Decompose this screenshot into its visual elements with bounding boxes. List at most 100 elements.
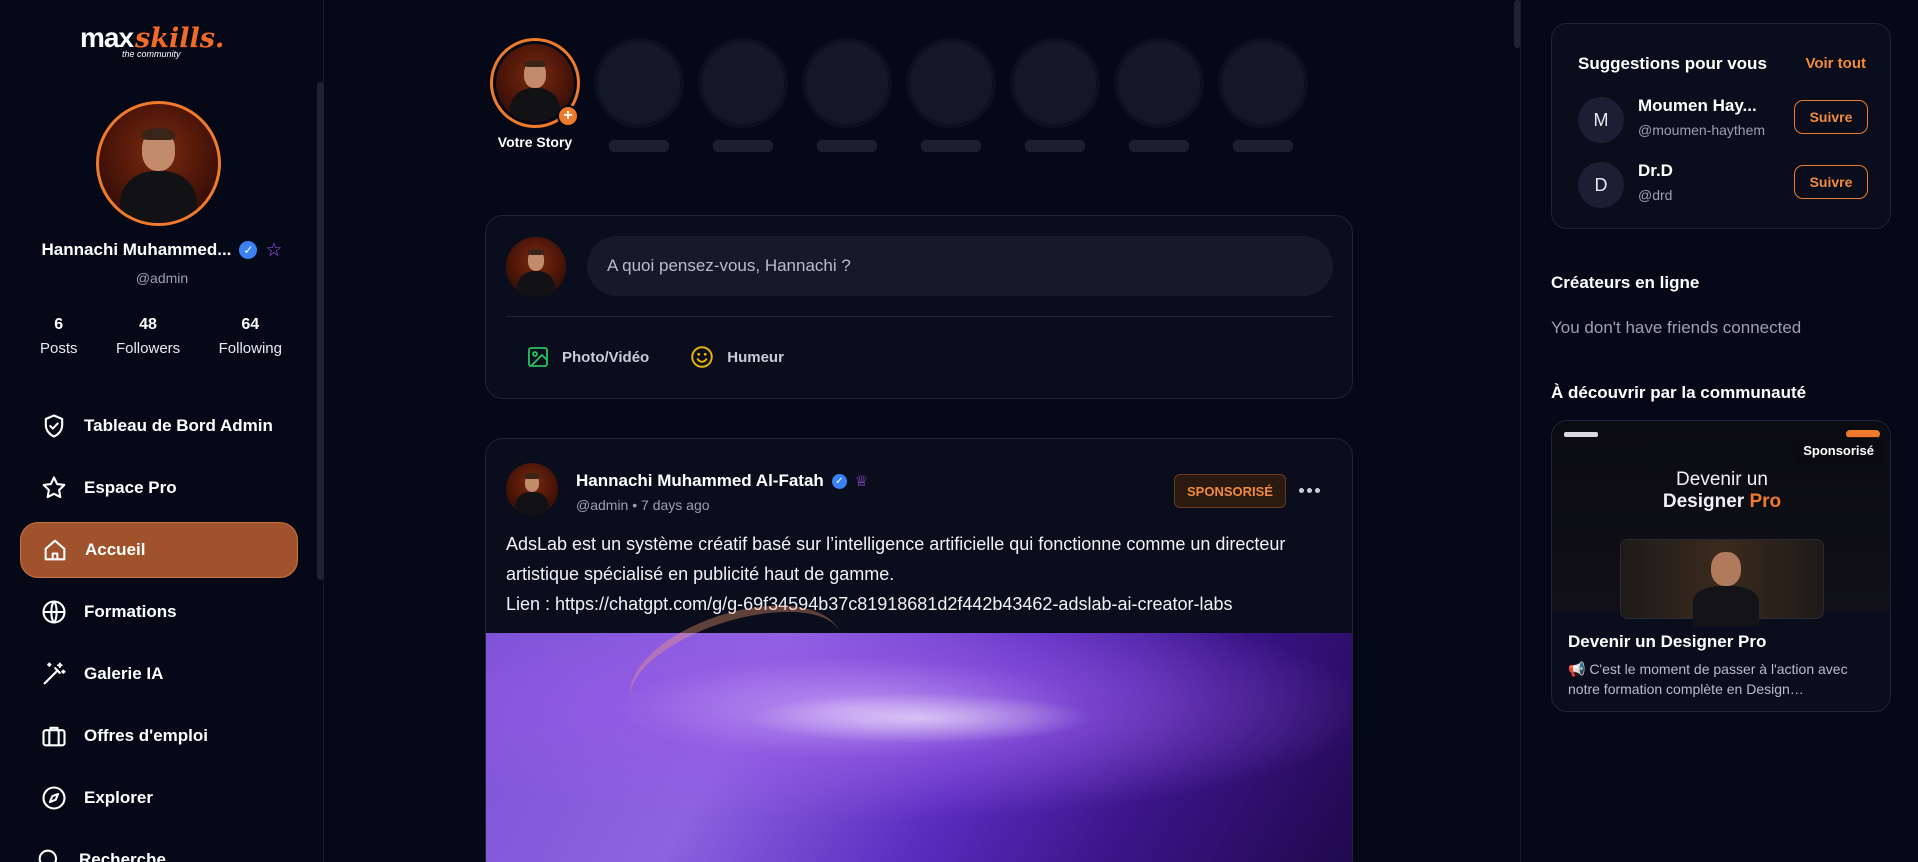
story-placeholder-label (1025, 140, 1085, 152)
briefcase-icon (42, 726, 66, 747)
post-author-avatar[interactable] (506, 463, 558, 515)
online-creators-title: Créateurs en ligne (1551, 273, 1700, 292)
post-avatar-hair (524, 473, 540, 479)
suggestion-item: M Moumen Hay... @moumen-haythem Suivre (1578, 94, 1868, 146)
story-placeholder-label (713, 140, 773, 152)
nav-item-galerie-ia[interactable]: Galerie IA (20, 646, 298, 702)
promo-heading-word: Designer (1662, 491, 1745, 512)
profile-stats: 6 Posts 48 Followers 64 Following (40, 316, 282, 357)
sidebar-scrollbar[interactable] (317, 82, 324, 580)
add-story-plus-icon[interactable]: + (557, 105, 579, 127)
search-icon (38, 849, 58, 862)
humeur-button[interactable]: Humeur (689, 344, 784, 370)
nav-label-formations: Formations (84, 602, 177, 621)
follow-button[interactable]: Suivre (1794, 165, 1868, 199)
post-meta: @admin • 7 days ago (576, 497, 710, 513)
suggestion-name[interactable]: Dr.D (1638, 161, 1673, 181)
story-placeholder (1114, 38, 1204, 152)
crown-icon: ♕ (854, 473, 869, 490)
composer-divider (506, 316, 1333, 317)
promo-heading-line2: Designer Pro (1552, 491, 1890, 513)
left-sidebar: maxskills. the community Hannachi Muhamm… (0, 0, 324, 862)
sponsored-badge: SPONSORISÉ (1174, 474, 1286, 508)
post-avatar-body (515, 492, 549, 515)
verified-badge-icon: ✓ (239, 241, 258, 259)
nav-item-admin-dashboard[interactable]: Tableau de Bord Admin (20, 398, 298, 454)
post-author-name[interactable]: Hannachi Muhammed Al-Fatah (576, 471, 824, 491)
promo-image: Devenir un Designer Pro Sponsorisé (1552, 421, 1890, 626)
avatar-hair (141, 127, 176, 140)
nav-label-galerie-ia: Galerie IA (84, 664, 164, 683)
stat-followers-value: 48 (139, 316, 157, 333)
nav-item-explorer[interactable]: Explorer (20, 770, 298, 826)
stat-posts[interactable]: 6 Posts (40, 316, 78, 357)
promo-heading-accent: Pro (1749, 491, 1782, 512)
post-body-line: AdsLab est un système créatif basé sur l… (506, 534, 1286, 554)
logo-tagline: the community (122, 49, 181, 59)
composer-actions: Photo/Vidéo Humeur (526, 344, 784, 370)
profile-avatar[interactable] (96, 101, 221, 226)
maxskills-logo[interactable]: maxskills. the community (80, 22, 250, 59)
compass-icon (42, 786, 66, 810)
stat-following[interactable]: 64 Following (219, 316, 282, 357)
story-placeholder-label (1233, 140, 1293, 152)
main-nav: Tableau de Bord Admin Espace Pro Accueil… (20, 398, 298, 862)
suggestion-handle: @moumen-haythem (1638, 122, 1766, 138)
globe-icon (42, 600, 66, 624)
post-link[interactable]: Lien : https://chatgpt.com/g/g-69f34594b… (506, 589, 1336, 619)
story-placeholder-label (1129, 140, 1189, 152)
nav-label-offres-emploi: Offres d'emploi (84, 726, 209, 745)
nav-label-espace-pro: Espace Pro (84, 478, 177, 497)
discover-title: À découvrir par la communauté (1551, 383, 1807, 402)
story-placeholder (906, 38, 996, 152)
story-own-label: Votre Story (497, 134, 573, 150)
composer-avatar-hair (527, 249, 545, 255)
photo-video-button[interactable]: Photo/Vidéo (526, 344, 649, 370)
story-placeholder-circle (698, 38, 788, 128)
suggestion-avatar[interactable]: D (1578, 162, 1624, 208)
follow-button[interactable]: Suivre (1794, 100, 1868, 134)
post-more-options-icon[interactable] (1292, 475, 1326, 505)
menu-dot (1298, 487, 1304, 493)
suggestion-avatar[interactable]: M (1578, 97, 1624, 143)
stat-followers-label: Followers (115, 340, 181, 357)
smiley-icon (691, 346, 713, 368)
suggestions-title: Suggestions pour vous (1578, 54, 1767, 73)
suggestions-card: Suggestions pour vous Voir tout M Moumen… (1551, 23, 1891, 229)
story-own[interactable]: + Votre Story (490, 38, 580, 152)
story-placeholder-circle (802, 38, 892, 128)
stat-posts-value: 6 (54, 316, 64, 333)
story-placeholder-label (921, 140, 981, 152)
post-image[interactable] (486, 581, 1352, 862)
stat-following-label: Following (218, 340, 282, 357)
nav-item-espace-pro[interactable]: Espace Pro (20, 460, 298, 516)
story-avatar-hair (524, 59, 546, 68)
story-placeholder-circle (1114, 38, 1204, 128)
avatar-body (120, 170, 197, 223)
image-icon (528, 347, 548, 367)
composer-input[interactable] (587, 236, 1333, 296)
see-all-link[interactable]: Voir tout (1805, 55, 1866, 72)
suggestion-name[interactable]: Moumen Hay... (1638, 96, 1757, 116)
promo-card[interactable]: Devenir un Designer Pro Sponsorisé Deven… (1551, 420, 1891, 712)
nav-item-formations[interactable]: Formations (20, 584, 298, 640)
story-placeholder-circle (1010, 38, 1100, 128)
nav-item-accueil[interactable]: Accueil (20, 522, 298, 578)
nav-item-offres-emploi[interactable]: Offres d'emploi (20, 708, 298, 764)
profile-name[interactable]: Hannachi Muhammed... (42, 240, 232, 260)
stat-followers[interactable]: 48 Followers (116, 316, 180, 357)
stories-bar: + Votre Story (490, 38, 1308, 152)
profile-name-row: Hannachi Muhammed... ✓ ☆ (0, 240, 324, 260)
photo-video-label: Photo/Vidéo (562, 348, 650, 366)
nav-item-recherche[interactable]: Recherche (15, 832, 298, 862)
story-placeholder (802, 38, 892, 152)
suggestion-item: D Dr.D @drd Suivre (1578, 159, 1868, 211)
nav-label-accueil: Accueil (85, 540, 146, 559)
post-body: AdsLab est un système créatif basé sur l… (506, 529, 1336, 619)
promo-mini-logo (1564, 431, 1598, 437)
menu-dot (1314, 487, 1320, 493)
promo-title[interactable]: Devenir un Designer Pro (1568, 632, 1766, 652)
feed-post: Hannachi Muhammed Al-Fatah ✓ ♕ @admin • … (485, 438, 1353, 862)
promo-instructor-photo (1620, 539, 1824, 626)
composer-avatar-body (516, 270, 556, 297)
